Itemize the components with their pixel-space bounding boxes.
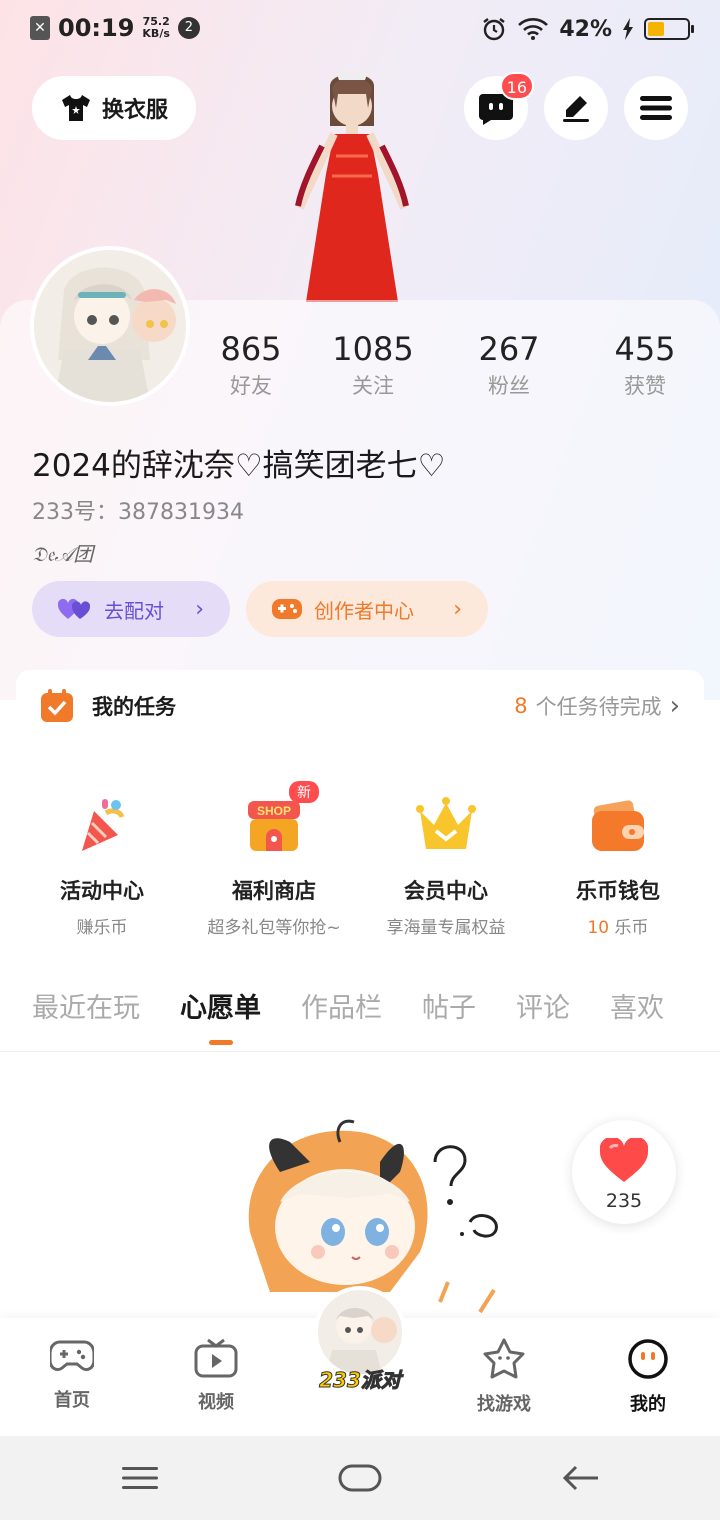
nav-find-games[interactable]: 找游戏 [454, 1338, 554, 1416]
tv-play-icon [194, 1338, 238, 1378]
network-speed: 75.2 KB/s [142, 15, 170, 40]
notification-count-badge: 2 [177, 17, 200, 39]
vip-center-entry[interactable]: 会员中心 享海量专属权益 [361, 795, 531, 938]
gamepad-icon [272, 599, 302, 619]
tab-works[interactable]: 作品栏 [301, 986, 382, 1025]
tab-recently-played[interactable]: 最近在玩 [32, 986, 140, 1025]
task-calendar-icon [41, 689, 73, 722]
match-button[interactable]: 去配对 › [32, 581, 230, 637]
my-tasks-row[interactable]: 我的任务 8 个任务待完成 › [16, 670, 704, 742]
tab-comments[interactable]: 评论 [516, 986, 570, 1025]
creator-center-button[interactable]: 创作者中心 › [246, 581, 488, 637]
user-avatar[interactable] [30, 246, 190, 406]
my-tasks-title: 我的任务 [92, 695, 176, 719]
nickname: 2024的辞沈奈♡搞笑团老七♡ [32, 448, 446, 484]
welfare-shop-entry[interactable]: SHOP 新 福利商店 超多礼包等你抢~ [189, 781, 359, 938]
tab-wishlist[interactable]: 心愿单 [180, 986, 261, 1045]
user-id[interactable]: 233号：387831934 [32, 494, 244, 526]
activity-center-entry[interactable]: 活动中心 赚乐币 [17, 795, 187, 938]
party-popper-icon [82, 799, 125, 851]
messages-button[interactable]: 16 [464, 72, 534, 140]
pencil-icon [563, 96, 589, 122]
change-outfit-label: 换衣服 [101, 98, 168, 123]
match-label: 去配对 [104, 598, 164, 623]
stat-following[interactable]: 1085 关注 [312, 330, 434, 400]
new-badge: 新 [289, 781, 319, 803]
coin-balance: 10 [587, 918, 610, 938]
bottom-navigation: 首页 视频 233派对 找游戏 我的 [0, 1286, 720, 1436]
nav-233-party[interactable]: 233派对 [308, 1286, 412, 1393]
alarm-icon [483, 18, 506, 41]
like-count: 235 [605, 1190, 643, 1212]
stat-friends[interactable]: 865 好友 [190, 330, 312, 400]
quick-entries: 活动中心 赚乐币 SHOP 新 福利商店 超多礼包等你抢~ 会员中心 享海量专属… [16, 767, 704, 938]
change-outfit-button[interactable]: 换衣服 [32, 76, 196, 140]
charging-icon [623, 18, 633, 40]
nav-video[interactable]: 视频 [166, 1338, 266, 1414]
like-button[interactable]: 235 [572, 1120, 676, 1224]
hamburger-icon [640, 96, 672, 120]
tab-posts[interactable]: 帖子 [422, 986, 476, 1025]
chevron-right-icon: › [195, 596, 204, 622]
task-suffix: 个任务待完成 [535, 695, 662, 719]
no-sim-icon: ✕ [30, 16, 50, 40]
nav-mine[interactable]: 我的 [598, 1338, 698, 1416]
home-icon[interactable] [338, 1464, 382, 1492]
wifi-icon [518, 18, 549, 40]
stat-followers[interactable]: 267 粉丝 [434, 330, 584, 400]
recent-apps-icon[interactable] [122, 1466, 158, 1490]
gamepad-icon [48, 1340, 96, 1372]
face-icon [628, 1339, 668, 1379]
character-avatar-figure[interactable] [262, 66, 442, 302]
edit-profile-button[interactable] [544, 76, 608, 140]
hearts-icon [58, 598, 91, 619]
heart-icon [599, 1136, 649, 1182]
star-face-icon [483, 1338, 525, 1379]
tab-likes[interactable]: 喜欢 [610, 986, 664, 1025]
nav-home[interactable]: 首页 [22, 1338, 122, 1412]
system-navigation-bar [0, 1436, 720, 1520]
message-badge: 16 [499, 72, 534, 100]
status-bar: ✕ 00:19 75.2 KB/s 2 42% [0, 0, 720, 66]
crown-icon [416, 797, 476, 849]
battery-icon [644, 18, 694, 40]
signature: 𝔇𝔢𝒜团 [32, 542, 94, 566]
chevron-right-icon: › [669, 691, 680, 721]
avatar-illustration [34, 250, 186, 402]
status-time: 00:19 [58, 14, 135, 42]
party-label: 233派对 [319, 1368, 402, 1393]
creator-center-label: 创作者中心 [314, 598, 414, 623]
back-arrow-icon[interactable] [562, 1464, 600, 1492]
shop-icon: SHOP [248, 801, 300, 851]
profile-tabs: 最近在玩 心愿单 作品栏 帖子 评论 喜欢 [0, 962, 720, 1052]
stat-likes[interactable]: 455 获赞 [584, 330, 706, 400]
battery-percent: 42% [559, 16, 612, 42]
shop-sign-text: SHOP [257, 804, 291, 818]
coin-wallet-entry[interactable]: 乐币钱包 10 乐币 [533, 795, 703, 938]
task-count: 8 [514, 694, 528, 718]
chevron-right-icon: › [453, 596, 462, 622]
tshirt-icon [61, 95, 90, 121]
menu-button[interactable] [624, 76, 688, 140]
wallet-icon [592, 800, 644, 851]
profile-stats: 865 好友 1085 关注 267 粉丝 455 获赞 [190, 330, 720, 400]
